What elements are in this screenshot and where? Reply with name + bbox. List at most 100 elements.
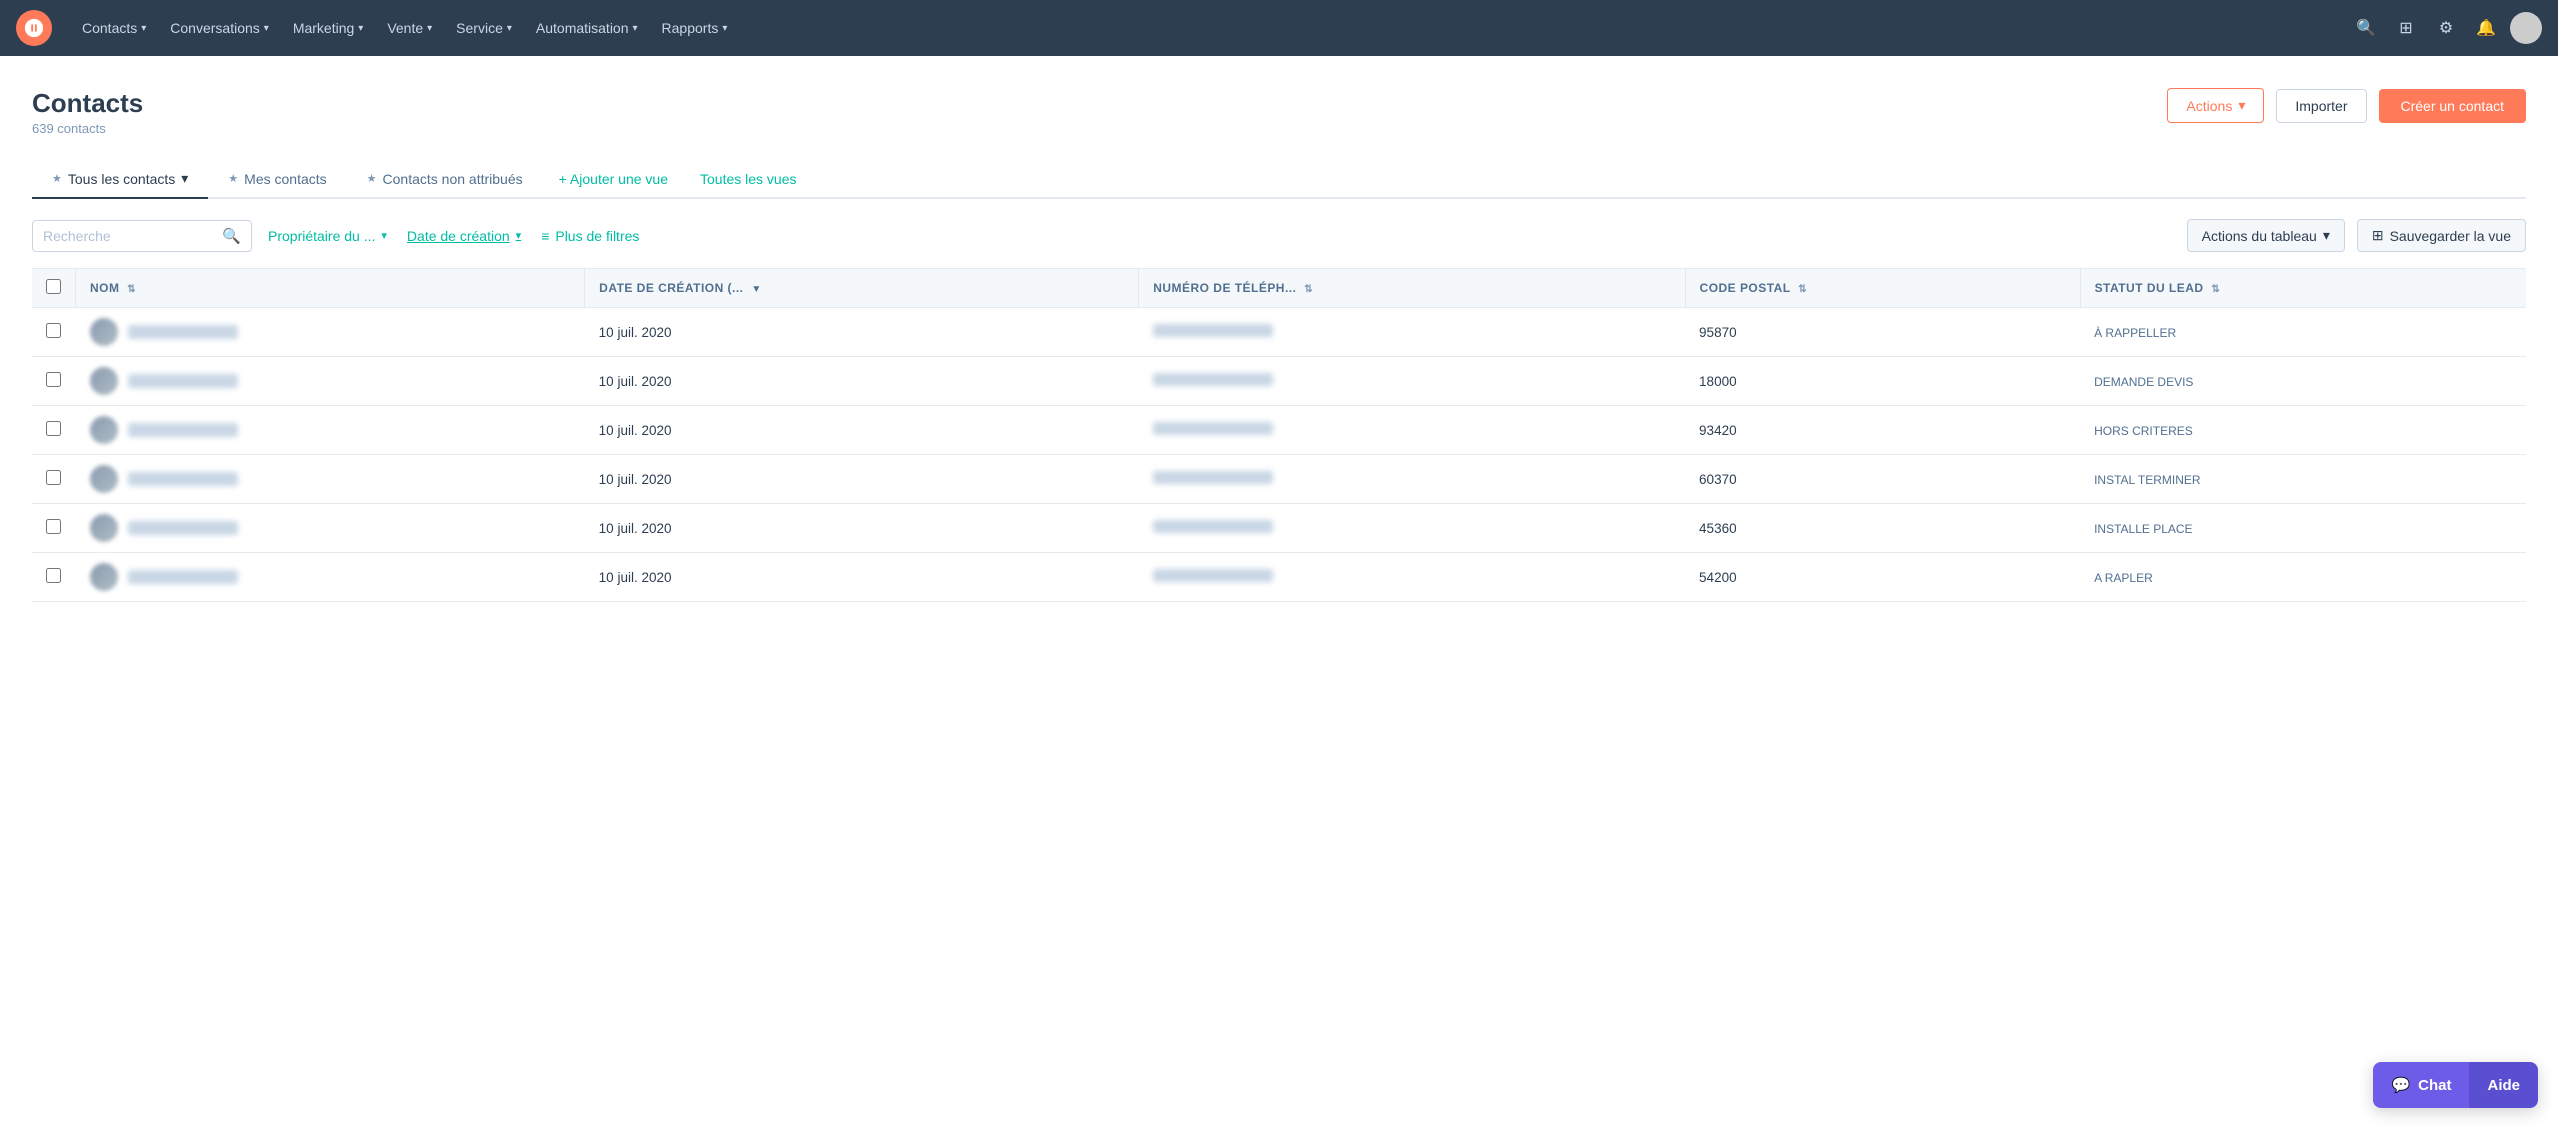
th-phone[interactable]: NUMÉRO DE TÉLÉPH... ⇅ xyxy=(1139,269,1685,308)
postal-sort-icon: ⇅ xyxy=(1798,284,1807,295)
th-postal[interactable]: CODE POSTAL ⇅ xyxy=(1685,269,2080,308)
main-content: Contacts 639 contacts Actions ▾ Importer… xyxy=(0,56,2558,1128)
user-avatar[interactable] xyxy=(2510,12,2542,44)
contact-name-blur xyxy=(128,521,238,535)
table-actions-button[interactable]: Actions du tableau ▾ xyxy=(2187,219,2345,252)
row-checkbox[interactable] xyxy=(46,372,61,387)
search-icon[interactable]: 🔍 xyxy=(2350,12,2382,44)
table-header-row: NOM ⇅ DATE DE CRÉATION (... ▼ NUMÉRO DE … xyxy=(32,269,2526,308)
owner-filter[interactable]: Propriétaire du ... ▾ xyxy=(264,222,391,250)
nav-service[interactable]: Service▾ xyxy=(446,14,522,42)
page-title: Contacts xyxy=(32,88,143,119)
status-badge: A RAPLER xyxy=(2094,571,2153,585)
tab-tous-contacts[interactable]: ★ Tous les contacts ▾ xyxy=(32,160,208,199)
tab-add-view[interactable]: + Ajouter une vue xyxy=(543,161,684,197)
contact-phone-blur xyxy=(1153,471,1273,484)
row-date-cell: 10 juil. 2020 xyxy=(585,455,1139,504)
status-badge: HORS CRITERES xyxy=(2094,424,2193,438)
marketplace-icon[interactable]: ⊞ xyxy=(2390,12,2422,44)
row-name-cell[interactable] xyxy=(76,406,585,455)
row-phone-cell xyxy=(1139,455,1685,504)
date-filter[interactable]: Date de création ▾ xyxy=(403,222,525,250)
hubspot-logo[interactable] xyxy=(16,10,52,46)
phone-sort-icon: ⇅ xyxy=(1304,284,1313,295)
chat-bubble-icon: 💬 xyxy=(2391,1076,2410,1094)
row-check-cell xyxy=(32,357,76,406)
row-phone-cell xyxy=(1139,504,1685,553)
tab-mes-contacts[interactable]: ★ Mes contacts xyxy=(208,161,346,199)
contact-name-blur xyxy=(128,423,238,437)
row-checkbox[interactable] xyxy=(46,323,61,338)
search-box[interactable]: 🔍 xyxy=(32,220,252,252)
table-row: 10 juil. 202060370INSTAL TERMINER xyxy=(32,455,2526,504)
row-statut-cell: A RAPLER xyxy=(2080,553,2526,602)
table-row: 10 juil. 202018000DEMANDE DEVIS xyxy=(32,357,2526,406)
row-phone-cell xyxy=(1139,357,1685,406)
row-name-cell[interactable] xyxy=(76,357,585,406)
status-badge: À RAPPELLER xyxy=(2094,326,2176,340)
row-phone-cell xyxy=(1139,406,1685,455)
th-nom[interactable]: NOM ⇅ xyxy=(76,269,585,308)
select-all-checkbox[interactable] xyxy=(46,279,61,294)
table-actions-chevron-icon: ▾ xyxy=(2323,227,2330,244)
row-date-cell: 10 juil. 2020 xyxy=(585,504,1139,553)
row-checkbox[interactable] xyxy=(46,470,61,485)
contact-name-blur xyxy=(128,374,238,388)
more-filters[interactable]: ≡ Plus de filtres xyxy=(537,222,643,250)
table-row: 10 juil. 202093420HORS CRITERES xyxy=(32,406,2526,455)
row-name-cell[interactable] xyxy=(76,504,585,553)
table-row: 10 juil. 2020 54200 A RAPLER xyxy=(32,553,2526,602)
table-row: 10 juil. 202095870À RAPPELLER xyxy=(32,308,2526,357)
save-view-button[interactable]: ⊞ Sauvegarder la vue xyxy=(2357,219,2526,252)
contacts-count: 639 contacts xyxy=(32,121,143,136)
th-statut[interactable]: STATUT DU LEAD ⇅ xyxy=(2080,269,2526,308)
nav-rapports[interactable]: Rapports▾ xyxy=(652,14,738,42)
row-check-cell xyxy=(32,553,76,602)
page-header: Contacts 639 contacts Actions ▾ Importer… xyxy=(32,88,2526,136)
row-checkbox[interactable] xyxy=(46,519,61,534)
nav-conversations[interactable]: Conversations▾ xyxy=(160,14,279,42)
th-check xyxy=(32,269,76,308)
search-icon-inner: 🔍 xyxy=(222,227,241,245)
chat-button[interactable]: 💬 Chat xyxy=(2373,1062,2469,1108)
row-checkbox[interactable] xyxy=(46,421,61,436)
nav-items: Contacts▾ Conversations▾ Marketing▾ Vent… xyxy=(72,14,2350,42)
aide-button[interactable]: Aide xyxy=(2469,1062,2538,1108)
row-date-cell: 10 juil. 2020 xyxy=(585,406,1139,455)
import-button[interactable]: Importer xyxy=(2276,89,2366,123)
create-contact-button[interactable]: Créer un contact xyxy=(2379,89,2527,123)
nav-marketing[interactable]: Marketing▾ xyxy=(283,14,374,42)
nav-contacts[interactable]: Contacts▾ xyxy=(72,14,156,42)
notifications-icon[interactable]: 🔔 xyxy=(2470,12,2502,44)
nav-automatisation[interactable]: Automatisation▾ xyxy=(526,14,648,42)
row-statut-cell: DEMANDE DEVIS xyxy=(2080,357,2526,406)
tab-contacts-non-attribues[interactable]: ★ Contacts non attribués xyxy=(347,161,543,199)
status-badge: INSTAL TERMINER xyxy=(2094,473,2200,487)
tab-all-views[interactable]: Toutes les vues xyxy=(684,161,813,197)
row-postal-cell: 45360 xyxy=(1685,504,2080,553)
tabs-row: ★ Tous les contacts ▾ ★ Mes contacts ★ C… xyxy=(32,160,2526,199)
contact-name-blur xyxy=(128,570,238,584)
date-chevron-icon: ▾ xyxy=(516,229,522,242)
row-name-cell[interactable] xyxy=(76,455,585,504)
contact-phone-blur xyxy=(1153,373,1273,386)
search-input[interactable] xyxy=(43,228,222,244)
pin-icon-2: ★ xyxy=(228,172,238,185)
th-date[interactable]: DATE DE CRÉATION (... ▼ xyxy=(585,269,1139,308)
nav-right-icons: 🔍 ⊞ ⚙ 🔔 xyxy=(2350,12,2542,44)
row-name-cell[interactable] xyxy=(76,553,585,602)
row-statut-cell: INSTALLE PLACE xyxy=(2080,504,2526,553)
contact-avatar xyxy=(90,514,118,542)
nav-vente[interactable]: Vente▾ xyxy=(377,14,442,42)
settings-icon[interactable]: ⚙ xyxy=(2430,12,2462,44)
pin-icon-1: ★ xyxy=(52,172,62,185)
row-checkbox[interactable] xyxy=(46,568,61,583)
row-postal-cell: 54200 xyxy=(1685,553,2080,602)
row-check-cell xyxy=(32,406,76,455)
actions-button[interactable]: Actions ▾ xyxy=(2167,88,2264,123)
page-title-area: Contacts 639 contacts xyxy=(32,88,143,136)
row-postal-cell: 95870 xyxy=(1685,308,2080,357)
row-name-cell[interactable] xyxy=(76,308,585,357)
chat-widget: 💬 Chat Aide xyxy=(2373,1062,2538,1108)
row-date-cell: 10 juil. 2020 xyxy=(585,553,1139,602)
